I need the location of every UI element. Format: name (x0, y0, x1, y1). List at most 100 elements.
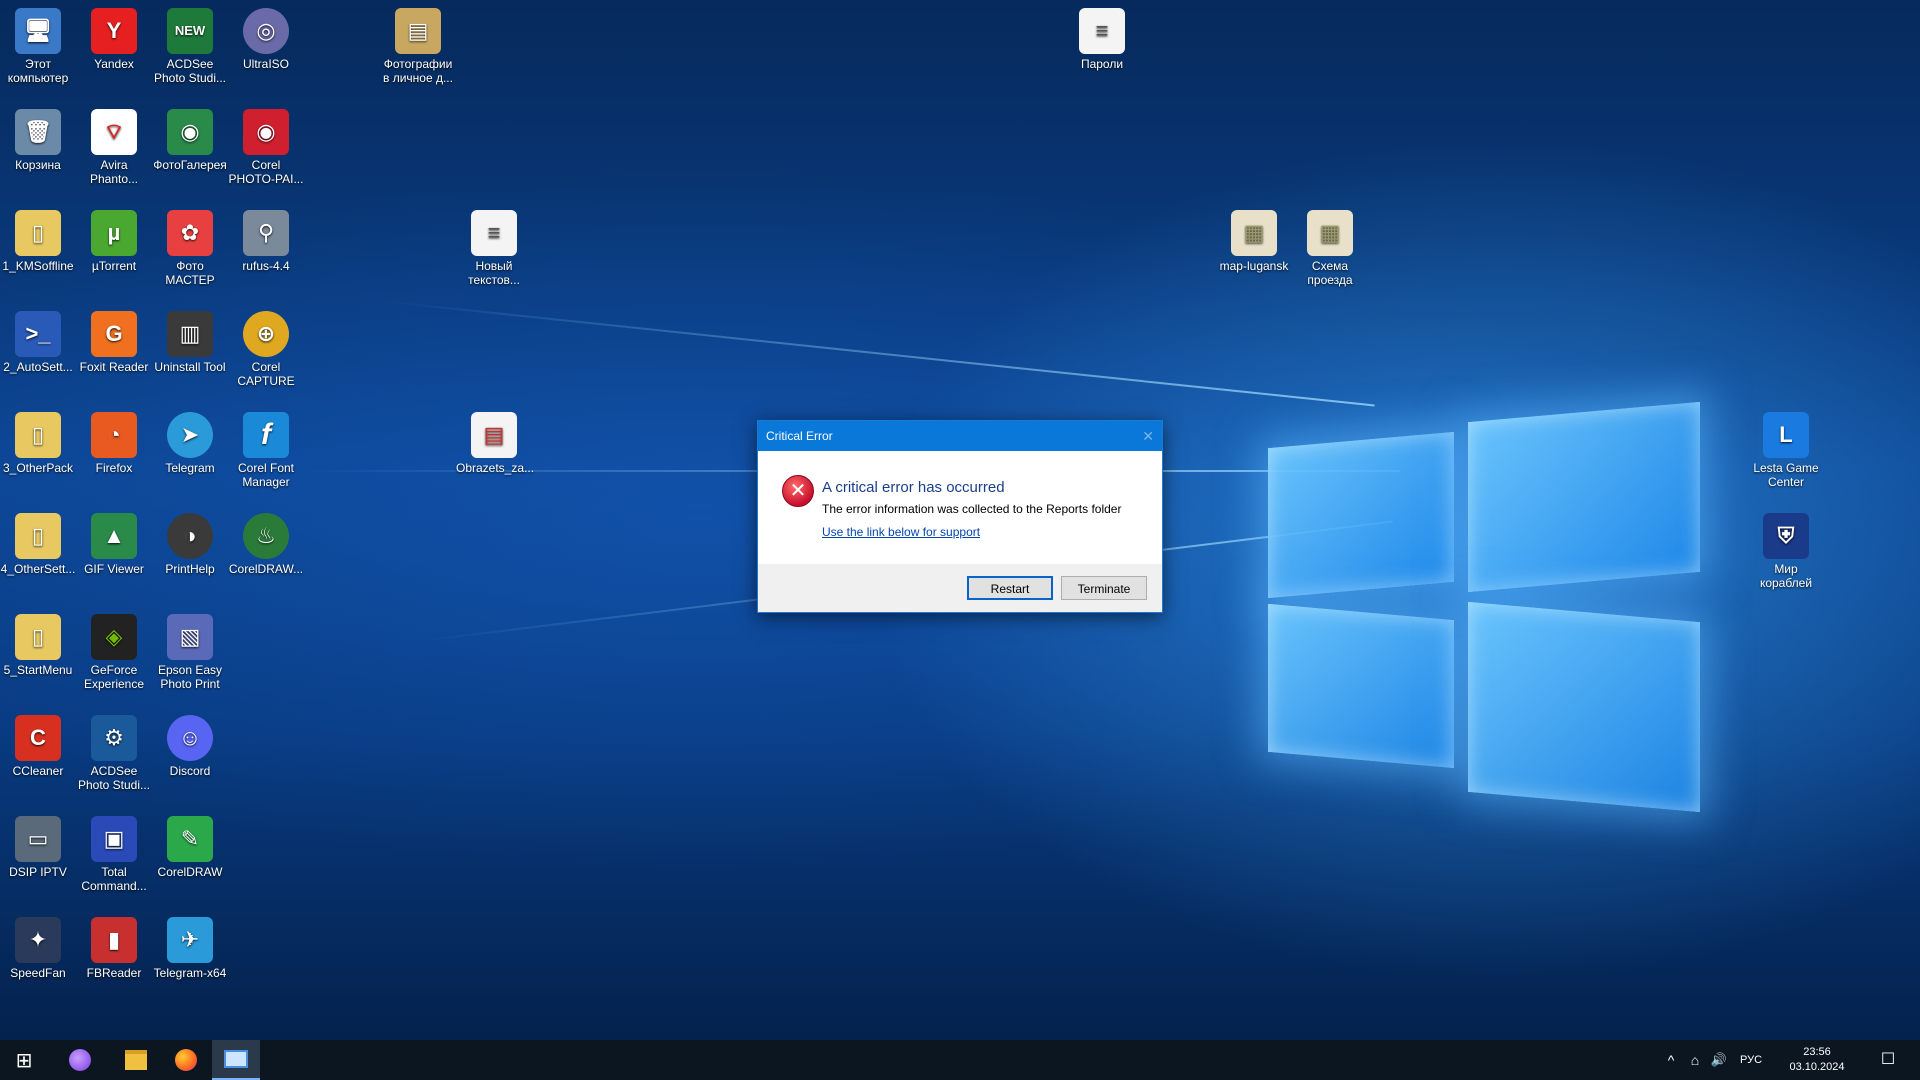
nvidia-icon: ◈ (91, 614, 137, 660)
desktop-icon-speedfan[interactable]: ✦ SpeedFan (0, 917, 76, 980)
acdsee-icon: ⚙ (91, 715, 137, 761)
icon-label: Фотографии в личное д... (383, 57, 453, 85)
icon-label: Discord (169, 764, 211, 778)
desktop-icon-foto-master[interactable]: ✿ Фото МАСТЕР (152, 210, 228, 287)
desktop-icon-skhema-proezda[interactable]: ▦ Схема проезда (1292, 210, 1368, 287)
desktop-icon-yandex[interactable]: Y Yandex (76, 8, 152, 71)
windows-icon: ⊞ (15, 1049, 33, 1072)
desktop-icon-telegram[interactable]: ➤ Telegram (152, 412, 228, 475)
folder-icon: ▯ (15, 614, 61, 660)
icon-label: ACDSee Photo Studi... (77, 764, 151, 792)
taskbar-app-alice[interactable] (56, 1040, 104, 1080)
desktop-icon-1-kmsoffline[interactable]: ▯ 1_KMSoffline (0, 210, 76, 273)
terminate-button[interactable]: Terminate (1061, 576, 1147, 600)
taskbar: ⊞ ^ ⌂ 🔊 РУС 23:56 03.10.2024 ☐ (0, 1040, 1920, 1080)
camera-icon: ◉ (243, 109, 289, 155)
foxit-icon: G (91, 311, 137, 357)
desktop-icon-5-startmenu[interactable]: ▯ 5_StartMenu (0, 614, 76, 677)
desktop-icon-corel-font-manager[interactable]: f Corel Font Manager (228, 412, 304, 489)
tray-chevron-up-icon[interactable]: ^ (1660, 1040, 1682, 1080)
icon-label: Новый текстов... (468, 259, 520, 287)
clock-date: 03.10.2024 (1789, 1061, 1845, 1073)
desktop-icon-fotogalereya[interactable]: ◉ ФотоГалерея (152, 109, 228, 172)
utorrent-icon: µ (91, 210, 137, 256)
network-icon[interactable]: ⌂ (1684, 1040, 1706, 1080)
telegram-x64-icon: ✈ (167, 917, 213, 963)
yandex-icon: Y (91, 8, 137, 54)
desktop-icon-mir-korabley[interactable]: ⛨ Мир кораблей (1748, 513, 1824, 590)
desktop-icon-fbreader[interactable]: ▮ FBReader (76, 917, 152, 980)
error-icon: ✕ (782, 475, 814, 507)
support-link[interactable]: Use the link below for support (822, 525, 980, 539)
icon-label: PrintHelp (165, 562, 215, 576)
desktop-icon-corel-photo-paint[interactable]: ◉ Corel PHOTO-PAI... (228, 109, 304, 186)
desktop-icon-printhelp[interactable]: ◑ PrintHelp (152, 513, 228, 576)
desktop-icon-geforce[interactable]: ◈ GeForce Experience (76, 614, 152, 691)
desktop-icon-epson[interactable]: ▧ Epson Easy Photo Print (152, 614, 228, 691)
desktop-icon-coreldraw-2[interactable]: ♨ CorelDRAW... (228, 513, 304, 576)
desktop-icon-telegram-x64[interactable]: ✈ Telegram-x64 (152, 917, 228, 980)
dialog-title: Critical Error (766, 429, 833, 443)
desktop-icon-total-commander[interactable]: ▣ Total Command... (76, 816, 152, 893)
desktop-icon-rufus[interactable]: ⚲ rufus-4.4 (228, 210, 304, 273)
language-indicator[interactable]: РУС (1732, 1040, 1770, 1080)
speedfan-icon: ✦ (15, 917, 61, 963)
volume-icon[interactable]: 🔊 (1708, 1040, 1730, 1080)
logo-pane (1268, 603, 1454, 769)
icon-label: Этот компьютер (7, 57, 69, 85)
desktop-icon-fotografii[interactable]: ▤ Фотографии в личное д... (380, 8, 456, 85)
desktop-icon-coreldraw[interactable]: ✎ CorelDRAW (152, 816, 228, 879)
clock[interactable]: 23:56 03.10.2024 (1772, 1040, 1862, 1080)
light-beam (379, 300, 1375, 407)
icon-label: 5_StartMenu (3, 663, 73, 677)
start-button[interactable]: ⊞ (0, 1040, 48, 1080)
icon-label: SpeedFan (10, 966, 66, 980)
desktop-icon-ccleaner[interactable]: C CCleaner (0, 715, 76, 778)
desktop-icon-gif-viewer[interactable]: ▲ GIF Viewer (76, 513, 152, 576)
dialog-title-bar[interactable]: Critical Error ✕ (758, 421, 1162, 451)
map-image-icon: ▦ (1231, 210, 1277, 256)
desktop-icon-utorrent[interactable]: µ µTorrent (76, 210, 152, 273)
desktop-icon-acdsee[interactable]: NEW ACDSee Photo Studi... (152, 8, 228, 85)
icon-label: 4_OtherSett... (0, 562, 76, 576)
telegram-icon: ➤ (167, 412, 213, 458)
icon-label: CCleaner (12, 764, 64, 778)
taskbar-app-active-window[interactable] (212, 1040, 260, 1080)
desktop-icon-3-otherpack[interactable]: ▯ 3_OtherPack (0, 412, 76, 475)
notification-icon[interactable]: ☐ (1868, 1040, 1908, 1080)
icon-label: ACDSee Photo Studi... (153, 57, 227, 85)
photo-gallery-icon: ◉ (167, 109, 213, 155)
desktop-icon-corel-capture[interactable]: ⊕ Corel CAPTURE (228, 311, 304, 388)
taskbar-app-explorer[interactable] (112, 1040, 160, 1080)
desktop-icon-2-autosett[interactable]: >_ 2_AutoSett... (0, 311, 76, 374)
restart-button[interactable]: Restart (967, 576, 1053, 600)
desktop-icon-foxit-reader[interactable]: G Foxit Reader (76, 311, 152, 374)
close-icon[interactable]: ✕ (1142, 421, 1154, 451)
shield-icon: ⛨ (1763, 513, 1809, 559)
desktop-icon-discord[interactable]: ☺ Discord (152, 715, 228, 778)
icon-label: Yandex (94, 57, 134, 71)
desktop-icon-4-othersett[interactable]: ▯ 4_OtherSett... (0, 513, 76, 576)
desktop-icon-ultraiso[interactable]: ◎ UltraISO (228, 8, 304, 71)
critical-error-dialog: Critical Error ✕ ✕ A critical error has … (757, 420, 1163, 613)
icon-label: Epson Easy Photo Print (157, 663, 223, 691)
desktop-icon-paroli[interactable]: ≡ Пароли (1064, 8, 1140, 71)
desktop-icon-dsip-iptv[interactable]: ▭ DSIP IPTV (0, 816, 76, 879)
desktop-icon-this-pc[interactable]: 🖥 Этот компьютер (0, 8, 76, 85)
dialog-footer: Restart Terminate (758, 564, 1162, 612)
firefox-icon: ◔ (91, 412, 137, 458)
taskbar-app-firefox[interactable] (162, 1040, 210, 1080)
desktop-icon-firefox[interactable]: ◔ Firefox (76, 412, 152, 475)
desktop-icon-novyi-tekstovyi[interactable]: ≡ Новый текстов... (456, 210, 532, 287)
desktop-icon-lesta[interactable]: L Lesta Game Center (1748, 412, 1824, 489)
desktop-icon-avira[interactable]: ⌔ Avira Phanto... (76, 109, 152, 186)
desktop-icon-acdsee-2[interactable]: ⚙ ACDSee Photo Studi... (76, 715, 152, 792)
error-heading: A critical error has occurred (822, 479, 1005, 496)
icon-label: Lesta Game Center (1753, 461, 1819, 489)
desktop-icon-map-lugansk[interactable]: ▦ map-lugansk (1216, 210, 1292, 273)
desktop-icon-recycle-bin[interactable]: 🗑 Корзина (0, 109, 76, 172)
lesta-icon: L (1763, 412, 1809, 458)
desktop-icon-uninstall-tool[interactable]: ▥ Uninstall Tool (152, 311, 228, 374)
desktop-icon-obrazets[interactable]: ▤ Obrazets_za... (456, 412, 534, 475)
icon-label: µTorrent (91, 259, 137, 273)
